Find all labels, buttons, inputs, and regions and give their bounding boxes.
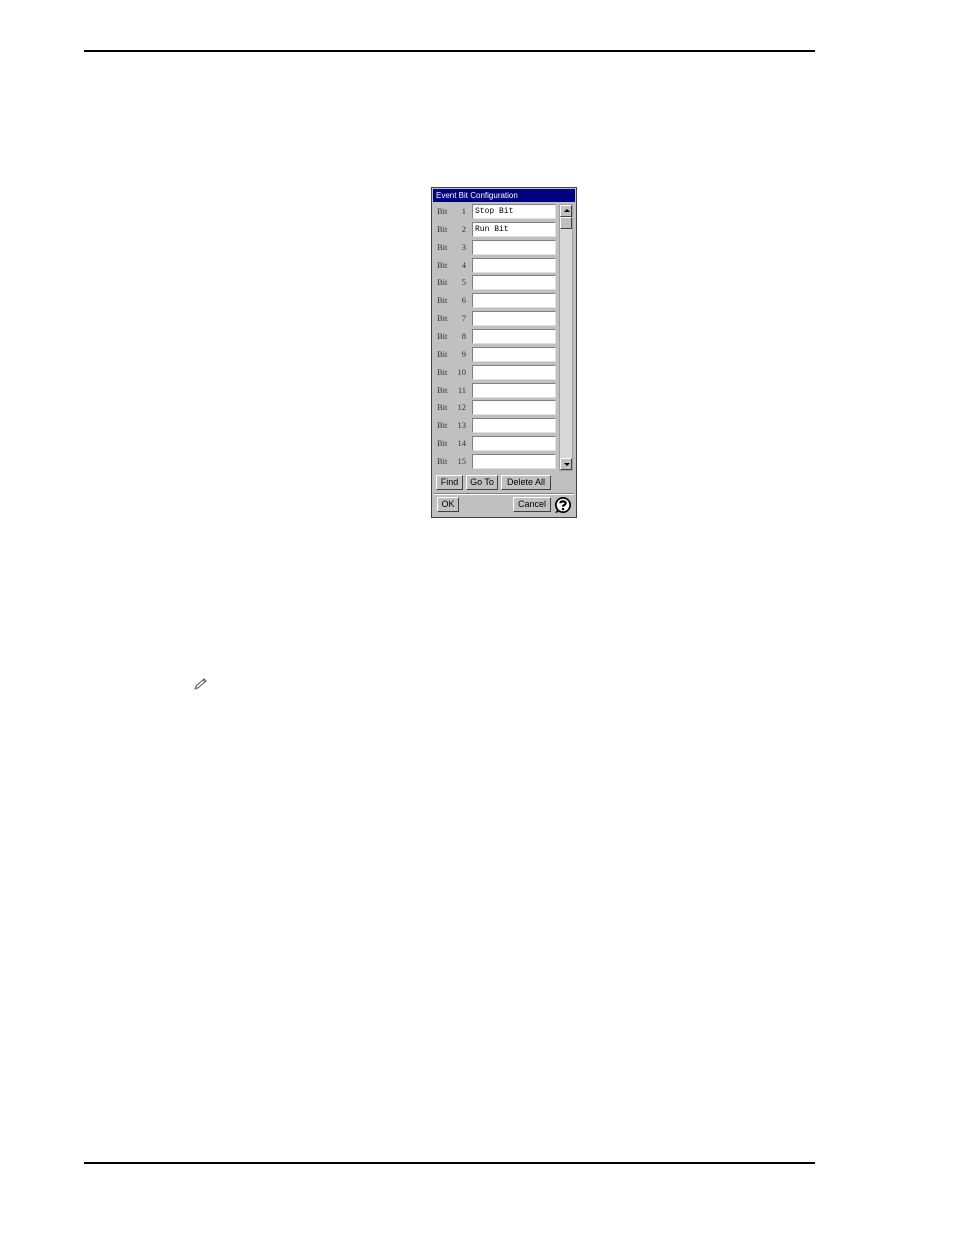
header-rule bbox=[84, 50, 815, 52]
bit-name-field[interactable]: Run Bit bbox=[472, 221, 556, 237]
bit-name-field[interactable] bbox=[472, 382, 556, 398]
footer-rule bbox=[84, 1162, 815, 1164]
bit-row: Bit 9 bbox=[432, 346, 558, 364]
bit-number: 13 bbox=[457, 420, 467, 431]
bit-number: 5 bbox=[461, 277, 466, 288]
help-icon[interactable] bbox=[554, 496, 572, 514]
bit-row: Bit 14 bbox=[432, 435, 558, 453]
bit-row: Bit 6 bbox=[432, 292, 558, 310]
scroll-down-icon bbox=[564, 463, 570, 466]
delete-all-button[interactable]: Delete All bbox=[501, 475, 551, 490]
bit-label: Bit bbox=[437, 420, 448, 431]
bit-number: 3 bbox=[461, 241, 466, 252]
bit-name-field[interactable] bbox=[472, 311, 556, 327]
bit-row: Bit 15 bbox=[432, 453, 558, 471]
bit-label: Bit bbox=[437, 330, 448, 341]
bit-label: Bit bbox=[437, 366, 448, 377]
bit-label: Bit bbox=[437, 313, 448, 324]
scroll-up-button[interactable] bbox=[560, 205, 572, 217]
bit-label: Bit bbox=[437, 402, 448, 413]
bit-number: 12 bbox=[457, 402, 467, 413]
bit-name-field[interactable] bbox=[472, 239, 556, 255]
bit-name-field[interactable] bbox=[472, 436, 556, 452]
bit-label: Bit bbox=[437, 348, 448, 359]
button-separator bbox=[434, 493, 574, 495]
bit-label: Bit bbox=[437, 259, 448, 270]
bit-number: 2 bbox=[461, 223, 466, 234]
go-to-button[interactable]: Go To bbox=[466, 475, 498, 490]
bit-row: Bit 3 bbox=[432, 239, 558, 257]
bit-row: Bit 8 bbox=[432, 328, 558, 346]
bit-name-field[interactable] bbox=[472, 257, 556, 273]
bit-row: Bit 2 Run Bit bbox=[432, 221, 558, 239]
cancel-button[interactable]: Cancel bbox=[513, 497, 551, 512]
bit-name-field[interactable] bbox=[472, 346, 556, 362]
bit-row: Bit 7 bbox=[432, 310, 558, 328]
bit-label: Bit bbox=[437, 277, 448, 288]
scrollbar[interactable] bbox=[559, 204, 573, 471]
bit-number: 1 bbox=[461, 206, 466, 216]
bit-name-field[interactable] bbox=[472, 293, 556, 309]
bit-number: 8 bbox=[461, 330, 466, 341]
bit-name-field[interactable] bbox=[472, 364, 556, 380]
dialog-title: Event Bit Configuration bbox=[433, 189, 575, 202]
bit-number: 9 bbox=[461, 348, 466, 359]
scroll-thumb[interactable] bbox=[560, 217, 572, 229]
ok-button[interactable]: OK bbox=[437, 497, 459, 512]
bit-row: Bit 4 bbox=[432, 257, 558, 275]
bit-row: Bit 10 bbox=[432, 364, 558, 382]
bit-label: Bit bbox=[437, 223, 448, 234]
bit-row: Bit 5 bbox=[432, 274, 558, 292]
bit-row: Bit 1 Stop Bit bbox=[432, 203, 558, 221]
bit-label: Bit bbox=[437, 295, 448, 306]
scroll-up-icon bbox=[564, 209, 570, 212]
bit-label: Bit bbox=[437, 384, 448, 395]
bit-name-field[interactable] bbox=[472, 453, 556, 469]
bit-label: Bit bbox=[437, 241, 448, 252]
bit-name-field[interactable] bbox=[472, 275, 556, 291]
bit-number: 11 bbox=[457, 384, 466, 395]
bit-row: Bit 12 bbox=[432, 399, 558, 417]
bit-number: 15 bbox=[457, 455, 467, 466]
bit-name-field[interactable] bbox=[472, 328, 556, 344]
bit-name-field[interactable]: Stop Bit bbox=[472, 204, 556, 219]
bit-number: 7 bbox=[461, 313, 466, 324]
scroll-down-button[interactable] bbox=[560, 458, 572, 470]
bit-name-field[interactable] bbox=[472, 418, 556, 434]
bit-number: 6 bbox=[461, 295, 466, 306]
find-button[interactable]: Find bbox=[436, 475, 463, 490]
bit-row: Bit 11 bbox=[432, 382, 558, 400]
bit-number: 10 bbox=[457, 366, 467, 377]
bit-label: Bit bbox=[437, 438, 448, 449]
bit-number: 4 bbox=[461, 259, 466, 270]
bit-name-field[interactable] bbox=[472, 400, 556, 416]
bit-row: Bit 13 bbox=[432, 417, 558, 435]
event-bit-configuration-dialog: Event Bit Configuration Bit 1 Stop Bit Bit 2… bbox=[431, 187, 577, 518]
bit-number: 14 bbox=[457, 438, 467, 449]
bit-label: Bit bbox=[437, 455, 448, 466]
pencil-icon bbox=[194, 678, 207, 690]
bit-label: Bit bbox=[437, 206, 448, 216]
